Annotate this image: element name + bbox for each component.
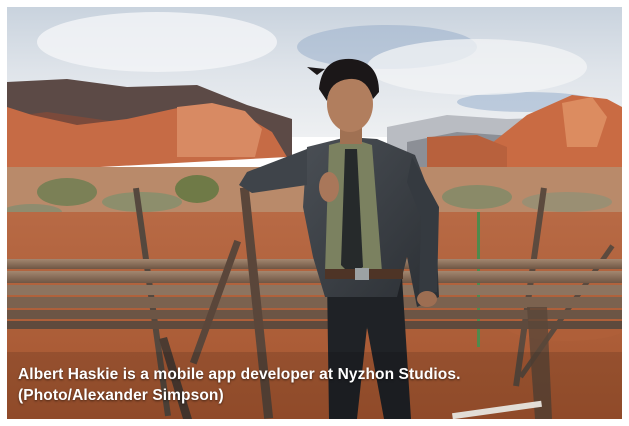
caption-credit: (Photo/Alexander Simpson)	[18, 387, 224, 404]
photo-caption: Albert Haskie is a mobile app developer …	[18, 364, 618, 406]
portrait-photo	[7, 7, 622, 419]
caption-line-1: Albert Haskie is a mobile app developer …	[18, 366, 461, 383]
photo-frame: Albert Haskie is a mobile app developer …	[0, 0, 629, 426]
